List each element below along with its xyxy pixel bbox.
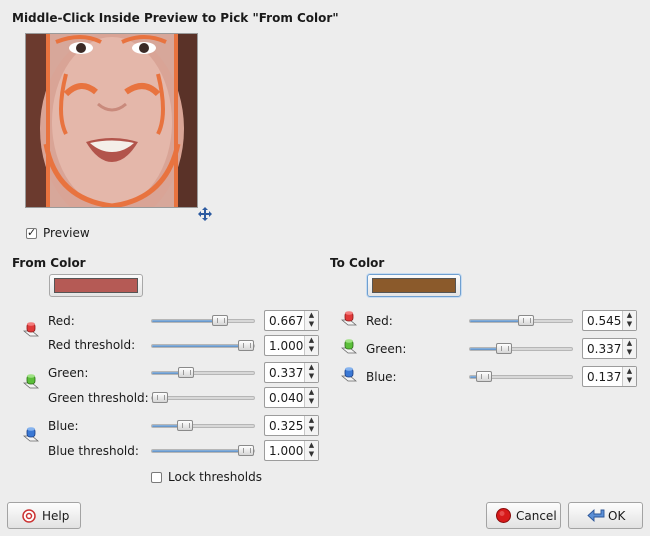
slider-handle[interactable] — [475, 371, 492, 382]
from-color-heading: From Color — [12, 256, 86, 270]
ok-button[interactable]: OK — [568, 502, 643, 529]
slider-fill — [152, 320, 221, 322]
from-green-threshold-spinbutton[interactable]: 0.040 ▲ ▼ — [264, 387, 319, 408]
from-red-spinbutton[interactable]: 0.667 ▲ ▼ — [264, 310, 319, 331]
to-color-swatch — [372, 278, 456, 293]
to-green-spinbutton[interactable]: 0.337 ▲ ▼ — [582, 338, 637, 359]
cancel-icon — [496, 508, 511, 523]
spin-arrows-icon[interactable]: ▲ ▼ — [304, 388, 318, 407]
spin-arrows-icon[interactable]: ▲ ▼ — [304, 336, 318, 355]
slider-handle[interactable] — [496, 343, 513, 354]
to-green-value: 0.337 — [587, 342, 622, 356]
to-blue-label: Blue: — [366, 370, 397, 384]
move-arrows-icon[interactable] — [198, 207, 212, 221]
from-blue-threshold-slider[interactable] — [151, 445, 255, 456]
to-blue-slider[interactable] — [469, 371, 573, 382]
to-blue-value: 0.137 — [587, 370, 622, 384]
from-green-spinbutton[interactable]: 0.337 ▲ ▼ — [264, 362, 319, 383]
help-icon — [22, 509, 36, 523]
preview-label: Preview — [43, 226, 90, 240]
from-green-threshold-slider[interactable] — [151, 392, 255, 403]
face-preview-image — [26, 34, 197, 207]
lock-thresholds-label: Lock thresholds — [168, 470, 262, 484]
spin-arrows-icon[interactable]: ▲ ▼ — [304, 441, 318, 460]
from-green-threshold-value: 0.040 — [269, 391, 304, 405]
ok-icon — [587, 508, 605, 523]
to-red-slider[interactable] — [469, 315, 573, 326]
spin-arrows-icon[interactable]: ▲ ▼ — [304, 416, 318, 435]
from-color-button[interactable] — [49, 274, 143, 297]
to-color-heading: To Color — [330, 256, 385, 270]
slider-handle[interactable] — [517, 315, 534, 326]
help-button[interactable]: Help — [7, 502, 81, 529]
red-channel-icon — [23, 322, 39, 337]
to-blue-spinbutton[interactable]: 0.137 ▲ ▼ — [582, 366, 637, 387]
to-red-value: 0.545 — [587, 314, 622, 328]
blue-channel-icon — [23, 427, 39, 442]
from-red-threshold-value: 1.000 — [269, 339, 304, 353]
spin-arrows-icon[interactable]: ▲ ▼ — [622, 311, 636, 330]
from-green-label: Green: — [48, 366, 89, 380]
slider-handle[interactable] — [177, 420, 194, 431]
ok-label: OK — [608, 509, 626, 523]
to-green-label: Green: — [366, 342, 407, 356]
to-color-button[interactable] — [367, 274, 461, 297]
green-channel-icon — [341, 339, 357, 354]
from-blue-value: 0.325 — [269, 419, 304, 433]
slider-handle[interactable] — [237, 445, 254, 456]
spin-arrows-icon[interactable]: ▲ ▼ — [304, 311, 318, 330]
from-blue-threshold-value: 1.000 — [269, 444, 304, 458]
from-green-threshold-label: Green threshold: — [48, 391, 149, 405]
dialog-title: Middle-Click Inside Preview to Pick "Fro… — [12, 11, 339, 25]
from-green-value: 0.337 — [269, 366, 304, 380]
cancel-label: Cancel — [516, 509, 557, 523]
spin-arrows-icon[interactable]: ▲ ▼ — [622, 339, 636, 358]
from-red-value: 0.667 — [269, 314, 304, 328]
to-red-spinbutton[interactable]: 0.545 ▲ ▼ — [582, 310, 637, 331]
slider-handle[interactable] — [152, 392, 169, 403]
slider-handle[interactable] — [178, 367, 195, 378]
preview-checkbox[interactable] — [26, 226, 37, 239]
from-red-threshold-label: Red threshold: — [48, 338, 136, 352]
from-blue-slider[interactable] — [151, 420, 255, 431]
to-green-slider[interactable] — [469, 343, 573, 354]
from-blue-label: Blue: — [48, 419, 79, 433]
slider-handle[interactable] — [212, 315, 229, 326]
from-red-label: Red: — [48, 314, 75, 328]
from-red-threshold-slider[interactable] — [151, 340, 255, 351]
from-green-slider[interactable] — [151, 367, 255, 378]
spin-arrows-icon[interactable]: ▲ ▼ — [622, 367, 636, 386]
from-red-threshold-spinbutton[interactable]: 1.000 ▲ ▼ — [264, 335, 319, 356]
green-channel-icon — [23, 374, 39, 389]
from-blue-threshold-label: Blue threshold: — [48, 444, 139, 458]
lock-thresholds-checkbox[interactable] — [151, 472, 162, 483]
from-blue-threshold-spinbutton[interactable]: 1.000 ▲ ▼ — [264, 440, 319, 461]
cancel-button[interactable]: Cancel — [486, 502, 561, 529]
slider-handle[interactable] — [237, 340, 254, 351]
from-blue-spinbutton[interactable]: 0.325 ▲ ▼ — [264, 415, 319, 436]
from-color-swatch — [54, 278, 138, 293]
color-preview[interactable] — [25, 33, 198, 208]
spin-arrows-icon[interactable]: ▲ ▼ — [304, 363, 318, 382]
help-label: Help — [42, 509, 70, 523]
blue-channel-icon — [341, 367, 357, 382]
from-red-slider[interactable] — [151, 315, 255, 326]
to-red-label: Red: — [366, 314, 393, 328]
red-channel-icon — [341, 311, 357, 326]
